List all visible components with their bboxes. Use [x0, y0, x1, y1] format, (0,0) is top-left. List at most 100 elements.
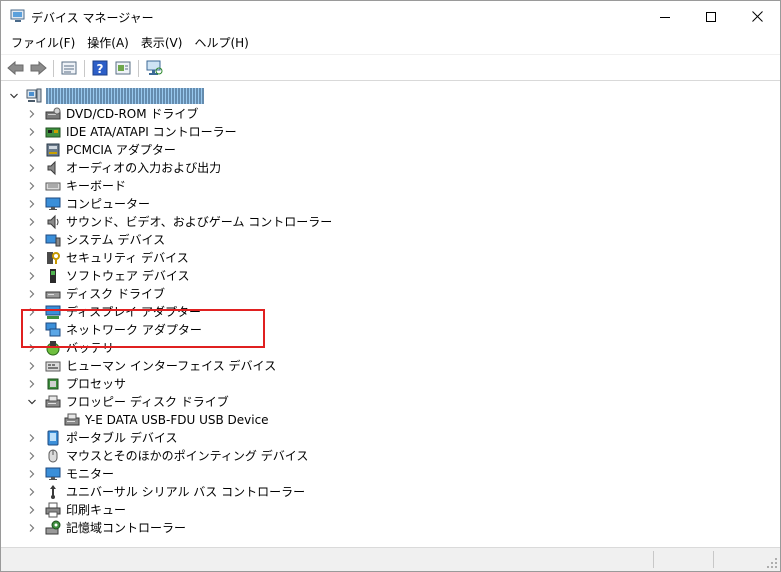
tree-category[interactable]: 記憶域コントローラー — [1, 519, 780, 537]
tree-device[interactable]: Y-E DATA USB-FDU USB Device — [1, 411, 780, 429]
update-driver-icon[interactable] — [113, 59, 133, 77]
printer-icon — [45, 502, 61, 518]
processor-icon — [45, 376, 61, 392]
title-bar[interactable]: デバイス マネージャー — [1, 1, 780, 32]
expand-chevron-icon[interactable] — [26, 123, 38, 141]
tree-item-label: 印刷キュー — [66, 503, 127, 517]
tree-item-label: モニター — [66, 467, 115, 481]
expand-chevron-icon[interactable] — [26, 447, 38, 465]
security-device-icon — [45, 250, 61, 266]
monitor-icon — [45, 466, 61, 482]
back-icon[interactable] — [6, 59, 26, 77]
expand-chevron-icon[interactable] — [26, 285, 38, 303]
tree-category[interactable]: システム デバイス — [1, 231, 780, 249]
window-title: デバイス マネージャー — [31, 11, 154, 25]
tree-category[interactable]: IDE ATA/ATAPI コントローラー — [1, 123, 780, 141]
svg-text:?: ? — [97, 62, 104, 76]
expand-chevron-icon[interactable] — [26, 105, 38, 123]
expand-chevron-icon[interactable] — [26, 159, 38, 177]
sound-icon — [45, 214, 61, 230]
help-icon[interactable]: ? — [90, 59, 110, 77]
tree-category[interactable]: プロセッサ — [1, 375, 780, 393]
expand-chevron-icon[interactable] — [26, 195, 38, 213]
computer-root-icon — [26, 88, 42, 104]
tree-category[interactable]: マウスとそのほかのポインティング デバイス — [1, 447, 780, 465]
collapse-chevron-icon[interactable] — [8, 87, 20, 105]
floppy-device-icon — [64, 412, 80, 428]
close-button[interactable] — [734, 1, 780, 32]
expand-chevron-icon[interactable] — [26, 267, 38, 285]
dvd-drive-icon — [45, 106, 61, 122]
resize-grip[interactable] — [766, 557, 778, 569]
tree-item-label: IDE ATA/ATAPI コントローラー — [66, 125, 237, 139]
ide-controller-icon — [45, 124, 61, 140]
tree-category[interactable]: ポータブル デバイス — [1, 429, 780, 447]
tree-item-label: キーボード — [66, 179, 127, 193]
menu-action[interactable]: 操作(A) — [81, 33, 135, 53]
software-device-icon — [45, 268, 61, 284]
expand-chevron-icon[interactable] — [26, 429, 38, 447]
menu-file[interactable]: ファイル(F) — [5, 33, 81, 53]
tree-item-label: オーディオの入力および出力 — [66, 161, 222, 175]
tree-item-label: Y-E DATA USB-FDU USB Device — [85, 413, 269, 427]
expand-chevron-icon[interactable] — [26, 213, 38, 231]
tree-category[interactable]: ソフトウェア デバイス — [1, 267, 780, 285]
tree-item-label: プロセッサ — [66, 377, 127, 391]
properties-icon[interactable] — [59, 59, 79, 77]
maximize-button[interactable] — [688, 1, 734, 32]
minimize-button[interactable] — [642, 1, 688, 32]
tree-item-label: PCMCIA アダプター — [66, 143, 176, 157]
collapse-chevron-icon[interactable] — [26, 393, 38, 411]
tree-item-label: コンピューター — [66, 197, 151, 211]
expand-chevron-icon[interactable] — [26, 465, 38, 483]
expand-chevron-icon[interactable] — [26, 231, 38, 249]
tree-item-label: ディスク ドライブ — [66, 287, 165, 301]
tree-category[interactable]: モニター — [1, 465, 780, 483]
tree-item-label: 記憶域コントローラー — [66, 521, 187, 535]
tree-category[interactable]: ユニバーサル シリアル バス コントローラー — [1, 483, 780, 501]
expand-chevron-icon[interactable] — [26, 483, 38, 501]
status-separator — [713, 551, 714, 568]
expand-chevron-icon[interactable] — [26, 501, 38, 519]
pcmcia-icon — [45, 142, 61, 158]
expand-chevron-icon[interactable] — [26, 141, 38, 159]
tree-item-label: ポータブル デバイス — [66, 431, 178, 445]
expand-chevron-icon[interactable] — [26, 519, 38, 537]
tree-category[interactable]: サウンド、ビデオ、およびゲーム コントローラー — [1, 213, 780, 231]
tree-item-label: システム デバイス — [66, 233, 166, 247]
tree-category[interactable]: コンピューター — [1, 195, 780, 213]
portable-device-icon — [45, 430, 61, 446]
tree-category[interactable]: オーディオの入力および出力 — [1, 159, 780, 177]
tree-category[interactable]: キーボード — [1, 177, 780, 195]
tree-root-computer[interactable]: DESKTOP-XXXXXXXXXXXX — [1, 87, 780, 105]
tree-item-label: フロッピー ディスク ドライブ — [66, 395, 229, 409]
floppy-drive-icon — [45, 394, 61, 410]
tree-item-label: サウンド、ビデオ、およびゲーム コントローラー — [66, 215, 333, 229]
tree-category[interactable]: フロッピー ディスク ドライブ — [1, 393, 780, 411]
mouse-icon — [45, 448, 61, 464]
forward-icon[interactable] — [28, 59, 48, 77]
menu-help[interactable]: ヘルプ(H) — [188, 33, 254, 53]
scan-hardware-icon[interactable] — [144, 59, 164, 77]
tree-item-label: ソフトウェア デバイス — [66, 269, 190, 283]
tree-category[interactable]: ディスク ドライブ — [1, 285, 780, 303]
toolbar: ? — [1, 54, 780, 81]
toolbar-separator — [138, 60, 139, 77]
tree-category[interactable]: DVD/CD-ROM ドライブ — [1, 105, 780, 123]
disk-drive-icon — [45, 286, 61, 302]
device-manager-window: デバイス マネージャー ファイル(F) 操作(A) 表示(V) ヘルプ(H) ? — [0, 0, 781, 572]
menu-view[interactable]: 表示(V) — [135, 33, 189, 53]
system-device-icon — [45, 232, 61, 248]
expand-chevron-icon[interactable] — [26, 177, 38, 195]
expand-chevron-icon[interactable] — [26, 249, 38, 267]
expand-chevron-icon[interactable] — [26, 357, 38, 375]
tree-item-label: ヒューマン インターフェイス デバイス — [66, 359, 277, 373]
tree-category[interactable]: セキュリティ デバイス — [1, 249, 780, 267]
tree-category[interactable]: 印刷キュー — [1, 501, 780, 519]
status-bar — [1, 547, 780, 571]
computer-name-label: DESKTOP-XXXXXXXXXXXX — [46, 88, 204, 104]
tree-category[interactable]: ヒューマン インターフェイス デバイス — [1, 357, 780, 375]
usb-icon — [45, 484, 61, 500]
expand-chevron-icon[interactable] — [26, 375, 38, 393]
tree-category[interactable]: PCMCIA アダプター — [1, 141, 780, 159]
